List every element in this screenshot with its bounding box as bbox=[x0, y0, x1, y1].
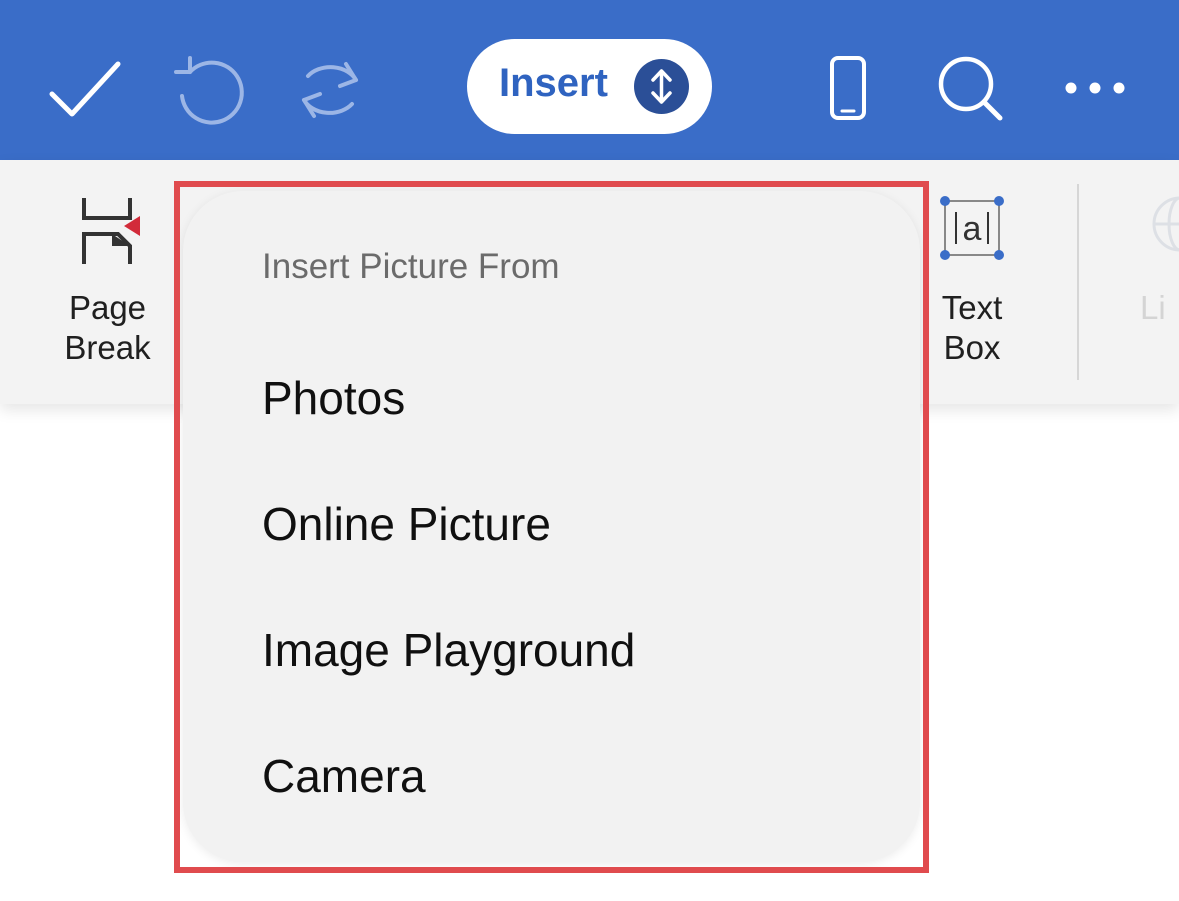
page-break-button[interactable]: Page Break bbox=[30, 188, 185, 368]
text-box-button[interactable]: a Text Box bbox=[920, 188, 1024, 368]
insert-tab-label: Insert bbox=[499, 61, 608, 105]
phone-view-icon[interactable] bbox=[808, 50, 888, 130]
page-break-label-2: Break bbox=[64, 329, 151, 366]
menu-item-camera[interactable]: Camera bbox=[262, 749, 426, 803]
text-box-label-2: Box bbox=[943, 329, 1001, 366]
search-icon[interactable] bbox=[932, 50, 1012, 130]
link-button[interactable]: Li bbox=[1140, 188, 1179, 328]
checkmark-icon[interactable] bbox=[44, 50, 124, 130]
svg-text:a: a bbox=[963, 210, 982, 248]
redo-icon[interactable] bbox=[290, 50, 370, 130]
top-toolbar: Insert bbox=[0, 0, 1179, 160]
ribbon-divider bbox=[1077, 184, 1079, 380]
globe-icon bbox=[1152, 196, 1179, 252]
text-box-icon: a bbox=[940, 196, 1004, 260]
link-label: Li bbox=[1140, 289, 1166, 326]
text-box-label-1: Text bbox=[941, 289, 1003, 326]
menu-item-image-playground[interactable]: Image Playground bbox=[262, 623, 635, 677]
page-break-icon bbox=[81, 198, 140, 264]
popover-title: Insert Picture From bbox=[262, 247, 560, 286]
page-break-label-1: Page bbox=[68, 289, 147, 326]
switch-tab-icon[interactable] bbox=[634, 59, 689, 114]
more-icon[interactable] bbox=[1055, 50, 1135, 130]
menu-item-photos[interactable]: Photos bbox=[262, 371, 405, 425]
insert-picture-popover: Insert Picture From Photos Online Pictur… bbox=[183, 191, 920, 862]
menu-item-online-picture[interactable]: Online Picture bbox=[262, 497, 551, 551]
undo-icon[interactable] bbox=[168, 50, 248, 130]
insert-tab-selector[interactable]: Insert bbox=[467, 39, 712, 134]
